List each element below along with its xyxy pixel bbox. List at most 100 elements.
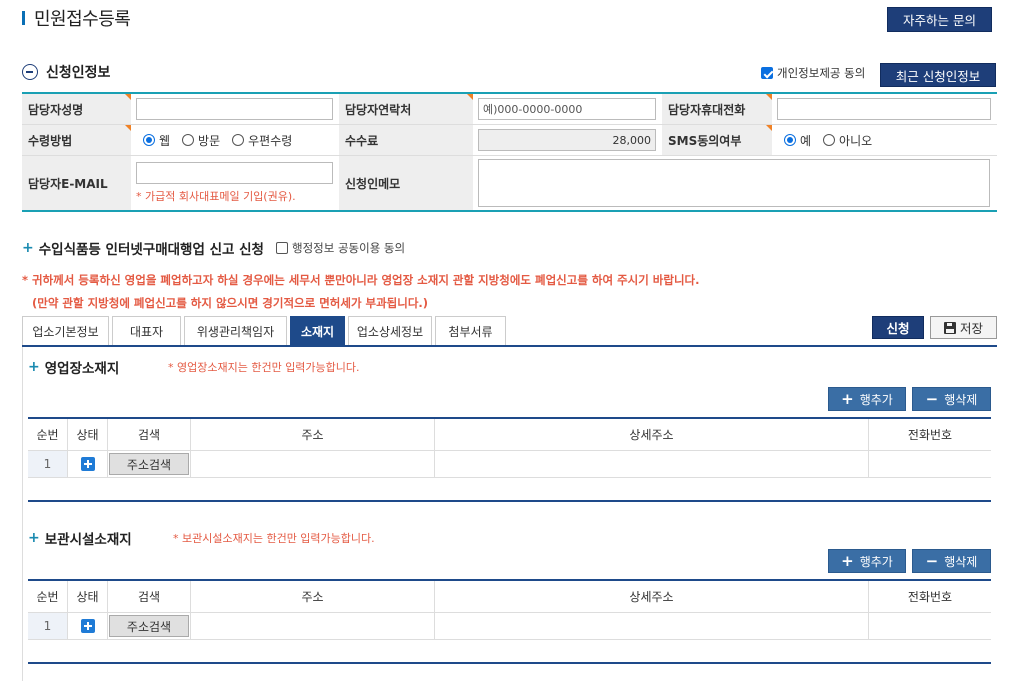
tab-underline bbox=[22, 345, 997, 347]
fee-cell: 28,000 bbox=[473, 125, 662, 155]
business-location-header: + 영업장소재지 bbox=[28, 357, 119, 377]
receive-method-cell: 웹 방문 우편수령 bbox=[131, 125, 339, 155]
email-input[interactable] bbox=[136, 162, 333, 184]
closure-warning: * 귀하께서 등록하신 영업을 폐업하고자 하실 경우에는 세무서 뿐만아니라 … bbox=[22, 273, 700, 287]
add-status-icon[interactable] bbox=[80, 619, 95, 633]
row-status bbox=[68, 451, 108, 477]
storage-add-row-button[interactable]: + 행추가 bbox=[828, 549, 906, 573]
row-phone[interactable] bbox=[869, 613, 991, 639]
form-row-3: 담당자E-MAIL * 가급적 회사대표메일 기입(권유). 신청인메모 bbox=[22, 156, 997, 210]
business-location-title: 영업장소재지 bbox=[44, 361, 120, 377]
radio-sms-yes[interactable] bbox=[784, 134, 796, 146]
row-address[interactable] bbox=[191, 451, 435, 477]
row-address[interactable] bbox=[191, 613, 435, 639]
address-search-button[interactable]: 주소검색 bbox=[109, 453, 189, 475]
recent-applicant-button[interactable]: 최근 신청인정보 bbox=[880, 63, 996, 87]
col-header-detail-address: 상세주소 bbox=[435, 419, 869, 450]
col-header-phone: 전화번호 bbox=[907, 428, 953, 442]
privacy-consent[interactable]: 개인정보제공 동의 bbox=[761, 65, 865, 81]
row-search: 주소검색 bbox=[108, 613, 191, 639]
fee-value: 28,000 bbox=[478, 129, 656, 151]
memo-textarea[interactable] bbox=[478, 159, 990, 207]
table-row: 1 주소검색 bbox=[28, 451, 991, 478]
table-header-row: 순번 상태 검색 주소 상세주소 전화번호 bbox=[28, 581, 991, 613]
privacy-consent-checkbox[interactable] bbox=[761, 67, 773, 79]
col-header-search: 검색 bbox=[108, 581, 191, 612]
page-title: 민원접수등록 bbox=[34, 9, 131, 30]
name-label: 담당자성명 bbox=[22, 94, 131, 124]
email-label: 담당자E-MAIL bbox=[22, 156, 131, 210]
business-add-row-button[interactable]: + 행추가 bbox=[828, 387, 906, 411]
radio-web[interactable] bbox=[143, 134, 155, 146]
row-detail-address[interactable] bbox=[435, 451, 869, 477]
table-row: 1 주소검색 bbox=[28, 613, 991, 640]
col-header-search: 검색 bbox=[108, 419, 191, 450]
radio-mail[interactable] bbox=[232, 134, 245, 146]
save-button[interactable]: 저장 bbox=[930, 316, 997, 339]
contact-label: 담당자연락처 bbox=[339, 94, 473, 124]
tab-attachments[interactable]: 첨부서류 bbox=[435, 316, 506, 345]
plus-icon: + bbox=[841, 551, 854, 570]
storage-location-title: 보관시설소재지 bbox=[44, 532, 132, 548]
section-separator bbox=[28, 500, 991, 502]
mobile-input[interactable] bbox=[777, 98, 991, 120]
row-number: 1 bbox=[28, 613, 68, 639]
address-search-button[interactable]: 주소검색 bbox=[109, 615, 189, 637]
tab-hygiene-manager[interactable]: 위생관리책임자 bbox=[184, 316, 287, 345]
sms-option-yes-label: 예 bbox=[800, 133, 812, 148]
business-delete-row-button[interactable]: − 행삭제 bbox=[912, 387, 991, 411]
fee-label: 수수료 bbox=[339, 125, 473, 155]
tab-business-info[interactable]: 업소기본정보 bbox=[22, 316, 109, 345]
radio-sms-no[interactable] bbox=[823, 134, 836, 146]
section-separator bbox=[28, 662, 991, 664]
plus-icon: + bbox=[22, 240, 34, 256]
row-search: 주소검색 bbox=[108, 451, 191, 477]
email-cell: * 가급적 회사대표메일 기입(권유). bbox=[131, 156, 339, 210]
sms-option-no-label: 아니오 bbox=[839, 133, 873, 148]
receive-option-visit-label: 방문 bbox=[198, 133, 221, 148]
apply-button[interactable]: 신청 bbox=[872, 316, 924, 339]
title-accent-bar bbox=[22, 11, 25, 25]
tab-representative[interactable]: 대표자 bbox=[112, 316, 181, 345]
form-row-1: 담당자성명 담당자연락처 예)000-0000-0000 담당자휴대전화 bbox=[22, 94, 997, 125]
col-header-status: 상태 bbox=[68, 581, 108, 612]
col-header-address: 주소 bbox=[191, 581, 435, 612]
storage-add-row-label: 행추가 bbox=[859, 554, 893, 569]
contact-input[interactable]: 예)000-0000-0000 bbox=[478, 98, 656, 120]
sms-option-no[interactable]: 아니오 bbox=[823, 132, 872, 149]
tab-bar: 업소기본정보 대표자 위생관리책임자 소재지 업소상세정보 첨부서류 bbox=[22, 316, 509, 345]
col-header-phone: 전화번호 bbox=[907, 590, 953, 604]
row-phone[interactable] bbox=[869, 451, 991, 477]
storage-delete-row-button[interactable]: − 행삭제 bbox=[912, 549, 991, 573]
admin-info-consent[interactable]: 행정정보 공동이용 동의 bbox=[275, 240, 405, 256]
storage-delete-row-label: 행삭제 bbox=[944, 554, 978, 569]
applicant-section-header: 신청인정보 bbox=[22, 62, 110, 82]
plus-icon: + bbox=[28, 530, 40, 546]
sms-consent-label: SMS동의여부 bbox=[662, 125, 772, 155]
radio-visit[interactable] bbox=[182, 134, 195, 146]
save-button-label: 저장 bbox=[959, 321, 983, 336]
row-detail-address[interactable] bbox=[435, 613, 869, 639]
receive-option-visit[interactable]: 방문 bbox=[182, 132, 220, 149]
plus-icon: + bbox=[28, 359, 40, 375]
storage-location-table: 순번 상태 검색 주소 상세주소 전화번호 1 주소검색 bbox=[28, 579, 991, 640]
tab-location[interactable]: 소재지 bbox=[290, 316, 345, 345]
memo-cell bbox=[473, 156, 997, 210]
add-status-icon[interactable] bbox=[80, 457, 95, 471]
plus-icon: + bbox=[841, 389, 854, 408]
tab-business-details[interactable]: 업소상세정보 bbox=[348, 316, 432, 345]
receive-option-mail[interactable]: 우편수령 bbox=[232, 132, 292, 149]
row-number: 1 bbox=[28, 451, 68, 477]
name-input[interactable] bbox=[136, 98, 333, 120]
collapse-icon[interactable] bbox=[22, 64, 38, 80]
business-location-table: 순번 상태 검색 주소 상세주소 전화번호 1 주소검색 bbox=[28, 417, 991, 478]
business-location-note: * 영업장소재지는 한건만 입력가능합니다. bbox=[168, 361, 360, 374]
receive-option-mail-label: 우편수령 bbox=[248, 133, 293, 148]
faq-button[interactable]: 자주하는 문의 bbox=[887, 7, 992, 32]
receive-option-web[interactable]: 웹 bbox=[143, 132, 170, 149]
admin-info-consent-checkbox[interactable] bbox=[275, 242, 288, 254]
memo-label: 신청인메모 bbox=[339, 156, 473, 210]
sms-option-yes[interactable]: 예 bbox=[784, 132, 811, 149]
applicant-section-title: 신청인정보 bbox=[46, 65, 111, 81]
receive-method-label: 수령방법 bbox=[22, 125, 131, 155]
